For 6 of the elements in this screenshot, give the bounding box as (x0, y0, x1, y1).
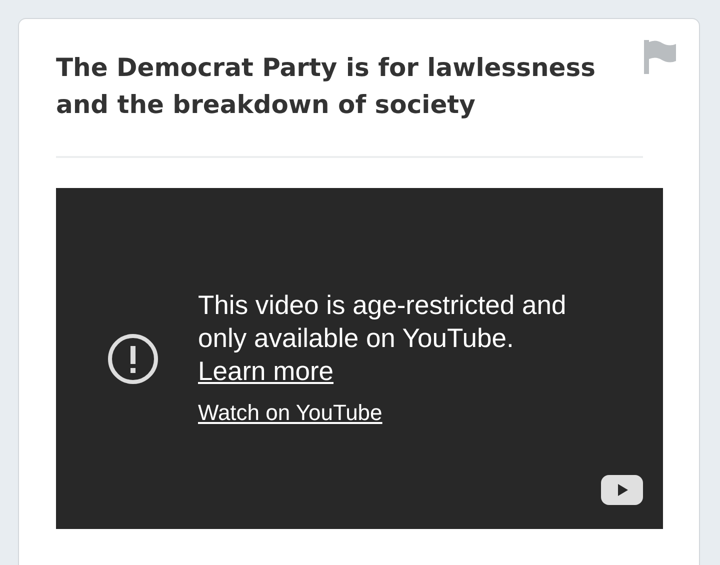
post-title: The Democrat Party is for lawlessness and the breakdown of society (56, 52, 596, 121)
restriction-message: This video is age-restricted and only available on YouTube. Learn more (198, 288, 568, 388)
warning-icon (106, 332, 160, 386)
play-logo-icon[interactable] (601, 475, 643, 505)
watch-on-youtube-link[interactable]: Watch on YouTube (198, 396, 382, 428)
learn-more-link[interactable]: Learn more (198, 356, 334, 386)
